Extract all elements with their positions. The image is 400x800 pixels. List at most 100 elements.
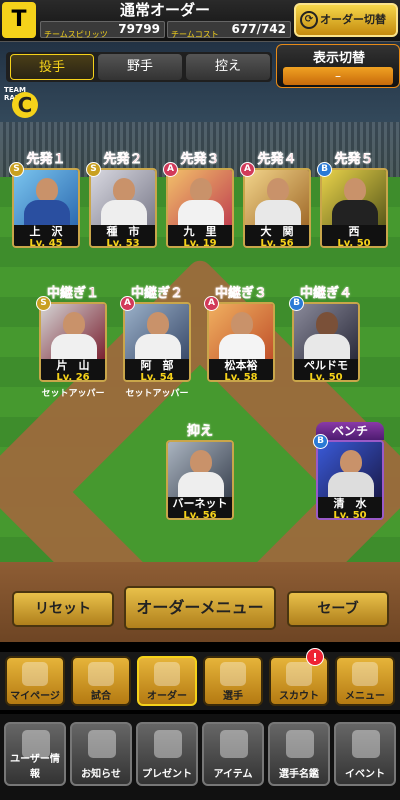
clipboard-icon bbox=[154, 662, 180, 686]
nav-order[interactable]: オーダー bbox=[137, 656, 197, 706]
team-logo: T bbox=[2, 2, 36, 38]
player-level: Lv. 26 bbox=[41, 372, 105, 380]
rarity-badge: B bbox=[313, 434, 328, 449]
player-name: 上 沢 bbox=[14, 225, 78, 239]
player-photo bbox=[168, 442, 232, 500]
rarity-badge: A bbox=[240, 162, 255, 177]
player-level: Lv. 19 bbox=[168, 238, 232, 246]
save-button[interactable]: セーブ bbox=[287, 591, 389, 627]
player-name: ペルドモ bbox=[294, 359, 358, 373]
display-switch-label: 表示切替 bbox=[312, 51, 365, 66]
team-spirits-value: 79799 bbox=[118, 22, 160, 36]
player-name: 種 市 bbox=[91, 225, 155, 239]
tab-reserve[interactable]: 控え bbox=[186, 54, 270, 80]
item-icon bbox=[220, 730, 248, 758]
tab-pitcher[interactable]: 投手 bbox=[10, 54, 94, 80]
nav-event[interactable]: イベント bbox=[334, 722, 396, 786]
nav-label: オーダー bbox=[147, 691, 187, 702]
player-name: 片 山 bbox=[41, 359, 105, 373]
nav-label: イベント bbox=[345, 769, 385, 780]
player-photo bbox=[245, 170, 309, 228]
nav-player[interactable]: 選手 bbox=[203, 656, 263, 706]
nav-label: プレゼント bbox=[142, 769, 192, 780]
nav-label: メニュー bbox=[345, 691, 385, 702]
nav-present[interactable]: プレゼント bbox=[136, 722, 198, 786]
team-cost-label: チームコスト bbox=[171, 30, 219, 39]
player-card[interactable]: 片 山 Lv. 26 bbox=[39, 302, 107, 382]
player-level: Lv. 56 bbox=[168, 510, 232, 518]
player-name: 大 関 bbox=[245, 225, 309, 239]
player-photo bbox=[91, 170, 155, 228]
rarity-badge: A bbox=[120, 296, 135, 311]
position-tabs: 投手 野手 控え bbox=[6, 52, 272, 82]
header-bar: T 通常オーダー チームスピリッツ 79799 チームコスト 677/742 ⟳… bbox=[0, 0, 400, 42]
event-icon bbox=[352, 730, 380, 758]
nav-user-info[interactable]: ユーザー情報 bbox=[4, 722, 66, 786]
player-card[interactable]: 清 水 Lv. 50 bbox=[316, 440, 384, 520]
player-name: 九 里 bbox=[168, 225, 232, 239]
player-photo bbox=[14, 170, 78, 228]
cycle-arrows-icon: ⟳ bbox=[300, 11, 318, 29]
nav-player-book[interactable]: 選手名鑑 bbox=[268, 722, 330, 786]
sub-nav: ユーザー情報 お知らせ プレゼント アイテム 選手名鑑 イベント bbox=[0, 714, 400, 800]
player-level: Lv. 50 bbox=[294, 372, 358, 380]
order-menu-button[interactable]: オーダーメニュー bbox=[124, 586, 276, 630]
team-spirits-label: チームスピリッツ bbox=[44, 30, 108, 39]
rarity-badge: B bbox=[289, 296, 304, 311]
player-icon bbox=[220, 662, 246, 686]
player-level: Lv. 50 bbox=[318, 510, 382, 518]
player-card[interactable]: 九 里 Lv. 19 bbox=[166, 168, 234, 248]
nav-mypage[interactable]: マイページ bbox=[5, 656, 65, 706]
tab-fielder[interactable]: 野手 bbox=[98, 54, 182, 80]
menu-icon bbox=[352, 662, 378, 686]
player-photo bbox=[322, 170, 386, 228]
mypage-icon bbox=[22, 662, 48, 686]
player-name: 阿 部 bbox=[125, 359, 189, 373]
player-card[interactable]: ペルドモ Lv. 50 bbox=[292, 302, 360, 382]
scout-icon bbox=[286, 662, 312, 686]
order-switch-button[interactable]: ⟳ オーダー切替 bbox=[294, 3, 398, 37]
player-card[interactable]: 松本裕 Lv. 58 bbox=[207, 302, 275, 382]
rarity-badge: B bbox=[317, 162, 332, 177]
scout-alert-badge: ! bbox=[306, 648, 324, 666]
nav-label: マイページ bbox=[10, 691, 60, 702]
gift-icon bbox=[154, 730, 182, 758]
rarity-badge: S bbox=[86, 162, 101, 177]
player-card[interactable]: 上 沢 Lv. 45 bbox=[12, 168, 80, 248]
player-photo bbox=[209, 304, 273, 362]
player-card[interactable]: 種 市 Lv. 53 bbox=[89, 168, 157, 248]
page-title: 通常オーダー bbox=[119, 1, 210, 19]
nav-notice[interactable]: お知らせ bbox=[70, 722, 132, 786]
player-card[interactable]: 西 Lv. 50 bbox=[320, 168, 388, 248]
main-nav: マイページ 試合 オーダー 選手 スカウト メニュー bbox=[0, 652, 400, 710]
player-photo bbox=[294, 304, 358, 362]
display-switch-button[interactable]: 表示切替 – bbox=[276, 44, 400, 88]
rarity-badge: A bbox=[163, 162, 178, 177]
player-photo bbox=[318, 442, 382, 500]
nav-label: 試合 bbox=[91, 691, 111, 702]
nav-label: お知らせ bbox=[81, 769, 121, 780]
rarity-badge: S bbox=[9, 162, 24, 177]
player-level: Lv. 58 bbox=[209, 372, 273, 380]
team-rank: TEAM RANK C bbox=[4, 86, 48, 118]
player-level: Lv. 54 bbox=[125, 372, 189, 380]
rarity-badge: A bbox=[204, 296, 219, 311]
player-level: Lv. 45 bbox=[14, 238, 78, 246]
player-card[interactable]: 阿 部 Lv. 54 bbox=[123, 302, 191, 382]
nav-game[interactable]: 試合 bbox=[71, 656, 131, 706]
player-photo bbox=[125, 304, 189, 362]
team-spirits-bar: チームスピリッツ 79799 bbox=[40, 21, 165, 39]
nav-item[interactable]: アイテム bbox=[202, 722, 264, 786]
notice-icon bbox=[88, 730, 116, 758]
player-level: Lv. 56 bbox=[245, 238, 309, 246]
team-cost-value: 677/742 bbox=[231, 22, 286, 36]
player-card[interactable]: バーネット Lv. 56 bbox=[166, 440, 234, 520]
team-cost-bar: チームコスト 677/742 bbox=[167, 21, 291, 39]
player-card[interactable]: 大 関 Lv. 56 bbox=[243, 168, 311, 248]
display-switch-value: – bbox=[283, 67, 393, 85]
nav-menu[interactable]: メニュー bbox=[335, 656, 395, 706]
reset-button[interactable]: リセット bbox=[12, 591, 114, 627]
nav-label: 選手 bbox=[223, 691, 243, 702]
position-label: 抑え bbox=[186, 424, 213, 439]
player-name: 松本裕 bbox=[209, 359, 273, 373]
